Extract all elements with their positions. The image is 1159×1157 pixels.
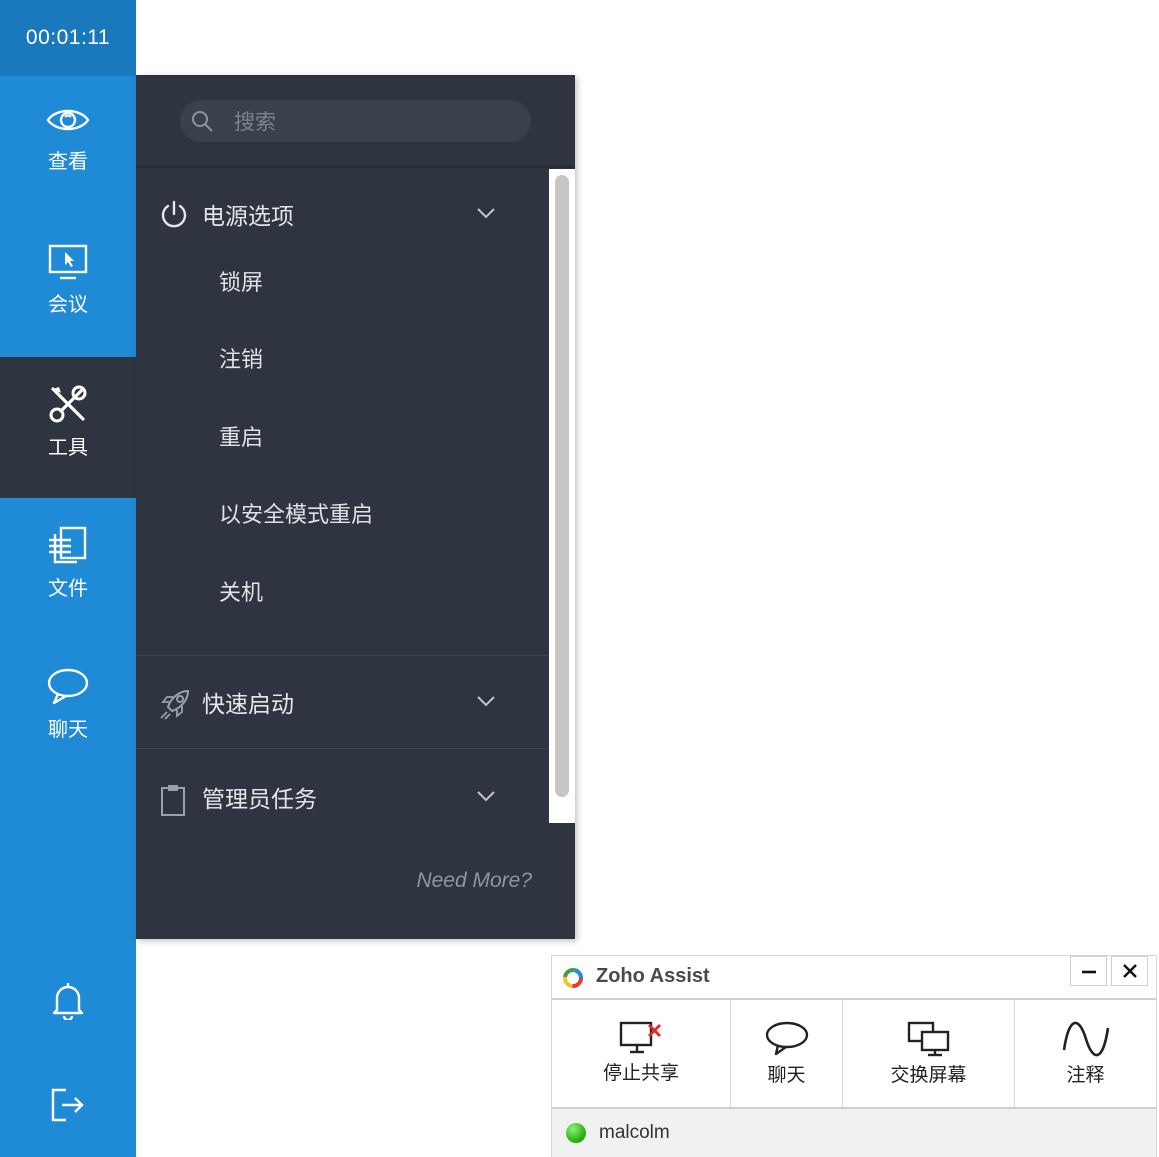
notifications-button[interactable] — [0, 960, 136, 1040]
bell-icon — [52, 983, 84, 1020]
zoho-assist-toolbar: Zoho Assist 停止共享 聊天 交换屏幕 注释 malcolm — [551, 955, 1157, 1157]
logout-icon — [51, 1088, 84, 1122]
chat-icon — [765, 1021, 808, 1056]
action-label: 停止共享 — [602, 1062, 679, 1084]
action-label: 交换屏幕 — [890, 1064, 967, 1086]
search-icon — [192, 111, 213, 132]
sidebar-item-label: 查看 — [48, 149, 88, 173]
search-input[interactable] — [232, 100, 526, 144]
zoho-logo-icon — [563, 968, 583, 988]
annotate-icon — [1062, 1021, 1109, 1057]
action-label: 注释 — [1066, 1064, 1105, 1086]
chevron-down-icon — [477, 696, 495, 707]
switch-screen-icon — [907, 1021, 949, 1057]
sidebar-item-label: 工具 — [48, 435, 88, 459]
menu-item-shutdown[interactable]: 关机 — [219, 575, 263, 607]
sidebar-item-meeting[interactable]: 会议 — [0, 216, 136, 357]
rocket-icon — [160, 689, 190, 720]
eye-icon — [46, 109, 90, 131]
clipboard-icon — [161, 785, 185, 816]
session-timer: 00:01:11 — [0, 0, 136, 76]
switch-screen-button[interactable]: 交换屏幕 — [843, 1000, 1015, 1108]
power-icon — [161, 200, 187, 228]
section-title: 管理员任务 — [202, 787, 317, 813]
section-title: 快速启动 — [202, 692, 294, 718]
section-divider — [136, 748, 549, 749]
chat-button[interactable]: 聊天 — [731, 1000, 843, 1108]
zoho-title-bar[interactable]: Zoho Assist — [552, 956, 1156, 1000]
logout-button[interactable] — [0, 1065, 136, 1145]
sidebar-item-chat[interactable]: 聊天 — [0, 639, 136, 780]
close-icon — [1122, 964, 1137, 978]
sidebar-item-files[interactable]: 文件 — [0, 498, 136, 639]
monitor-cursor-icon — [48, 244, 88, 280]
chevron-down-icon — [477, 791, 495, 802]
participant-name: malcolm — [599, 1122, 670, 1143]
sidebar-item-label: 聊天 — [48, 717, 88, 741]
menu-item-restart[interactable]: 重启 — [219, 420, 263, 452]
search-box[interactable] — [180, 100, 531, 144]
section-admin-tasks[interactable]: 管理员任务 — [136, 767, 549, 827]
menu-item-restart-safe-mode[interactable]: 以安全模式重启 — [219, 497, 373, 529]
participant-row: malcolm — [552, 1109, 1156, 1157]
sidebar-item-label: 会议 — [48, 292, 88, 316]
section-quick-launch[interactable]: 快速启动 — [136, 672, 549, 732]
scrollbar[interactable] — [549, 169, 575, 823]
files-icon — [49, 526, 87, 564]
section-title: 电源选项 — [202, 204, 294, 230]
section-divider — [136, 655, 549, 656]
app-title: Zoho Assist — [596, 965, 710, 987]
close-button[interactable] — [1111, 956, 1148, 986]
stop-share-button[interactable]: 停止共享 — [552, 1000, 731, 1108]
tools-panel: 电源选项 锁屏 注销 重启 以安全模式重启 关机 快速启动 管理员任务 — [136, 75, 575, 939]
zoho-actions: 停止共享 聊天 交换屏幕 注释 — [552, 1000, 1156, 1108]
action-label: 聊天 — [767, 1064, 806, 1086]
panel-separator — [136, 166, 575, 168]
minimize-button[interactable] — [1070, 956, 1107, 986]
sidebar-item-view[interactable]: 查看 — [0, 75, 136, 216]
annotate-button[interactable]: 注释 — [1015, 1000, 1156, 1108]
menu-item-log-off[interactable]: 注销 — [219, 342, 263, 374]
scrollbar-thumb[interactable] — [555, 175, 569, 797]
menu-item-lock-screen[interactable]: 锁屏 — [219, 265, 263, 297]
chevron-down-icon — [477, 208, 495, 219]
stop-share-icon — [619, 1021, 661, 1054]
chat-bubble-icon — [47, 668, 89, 705]
section-power-options[interactable]: 电源选项 — [136, 184, 549, 244]
online-status-icon — [566, 1123, 586, 1143]
sidebar: 00:01:11 查看 会议 工具 文件 聊天 — [0, 0, 136, 1157]
sidebar-item-label: 文件 — [48, 576, 88, 600]
sidebar-item-tools[interactable]: 工具 — [0, 357, 136, 498]
minimize-icon — [1081, 970, 1096, 974]
need-more-link[interactable]: Need More? — [416, 869, 532, 893]
tools-icon — [49, 385, 87, 423]
